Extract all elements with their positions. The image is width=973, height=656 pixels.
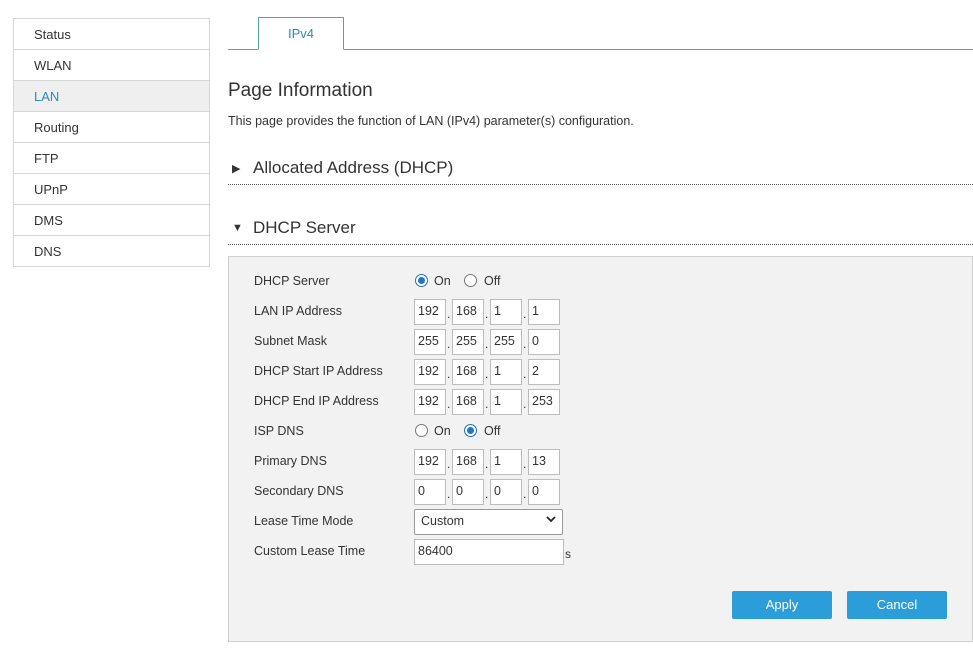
- ip-dot: .: [485, 397, 489, 411]
- ip-dot: .: [523, 487, 527, 501]
- secondary-dns-octet-2[interactable]: 0: [452, 479, 484, 505]
- ip-dot: .: [523, 337, 527, 351]
- page-description: This page provides the function of LAN (…: [228, 114, 634, 128]
- ip-dot: .: [447, 307, 451, 321]
- dhcp-server-panel: DHCP Server On Off LAN IP Address 192 . …: [228, 256, 973, 642]
- section-allocated-label: Allocated Address (DHCP): [253, 158, 454, 177]
- start-ip-octet-4[interactable]: 2: [528, 359, 560, 385]
- isp-dns-off-label: Off: [484, 424, 501, 438]
- end-ip-octet-1[interactable]: 192: [414, 389, 446, 415]
- ip-dot: .: [485, 457, 489, 471]
- row-isp-dns: ISP DNS On Off: [229, 419, 972, 445]
- ip-dot: .: [485, 367, 489, 381]
- primary-dns-octet-3[interactable]: 1: [490, 449, 522, 475]
- sidebar-item-ftp[interactable]: FTP: [14, 143, 209, 174]
- secondary-dns-octet-1[interactable]: 0: [414, 479, 446, 505]
- primary-dns-octet-4[interactable]: 13: [528, 449, 560, 475]
- dhcp-server-off-label: Off: [484, 274, 501, 288]
- row-custom-lease-time: Custom Lease Time 86400 s: [229, 539, 972, 565]
- collapse-arrow-icon: ▼: [232, 222, 243, 234]
- section-allocated-address[interactable]: ▶ Allocated Address (DHCP): [228, 155, 973, 185]
- chevron-down-icon: [545, 513, 557, 528]
- ip-dot: .: [523, 457, 527, 471]
- ip-dot: .: [447, 367, 451, 381]
- sidebar-item-dms[interactable]: DMS: [14, 205, 209, 236]
- lease-time-unit: s: [565, 547, 571, 561]
- tab-bar: IPv4: [228, 17, 973, 50]
- ip-dot: .: [447, 487, 451, 501]
- row-dhcp-server: DHCP Server On Off: [229, 269, 972, 295]
- secondary-dns-octet-3[interactable]: 0: [490, 479, 522, 505]
- ip-dot: .: [485, 487, 489, 501]
- start-ip-octet-3[interactable]: 1: [490, 359, 522, 385]
- tab-ipv4[interactable]: IPv4: [258, 17, 344, 50]
- dhcp-server-off-radio[interactable]: [464, 274, 477, 287]
- isp-dns-on-label: On: [434, 424, 451, 438]
- custom-lease-time-label: Custom Lease Time: [254, 544, 366, 558]
- primary-dns-octet-2[interactable]: 168: [452, 449, 484, 475]
- dhcp-server-on-label: On: [434, 274, 451, 288]
- isp-dns-off-radio[interactable]: [464, 424, 477, 437]
- custom-lease-time-input[interactable]: 86400: [414, 539, 564, 565]
- end-ip-octet-3[interactable]: 1: [490, 389, 522, 415]
- sidebar-item-routing[interactable]: Routing: [14, 112, 209, 143]
- lan-ip-label: LAN IP Address: [254, 304, 343, 318]
- section-dhcp-server[interactable]: ▼ DHCP Server: [228, 215, 973, 245]
- start-ip-octet-1[interactable]: 192: [414, 359, 446, 385]
- lease-time-mode-label: Lease Time Mode: [254, 514, 354, 528]
- ip-dot: .: [447, 397, 451, 411]
- dhcp-end-ip-label: DHCP End IP Address: [254, 394, 379, 408]
- sidebar-item-dns[interactable]: DNS: [14, 236, 209, 267]
- ip-dot: .: [447, 457, 451, 471]
- row-subnet-mask: Subnet Mask 255 . 255 . 255 . 0: [229, 329, 972, 355]
- lease-time-mode-select[interactable]: Custom: [414, 509, 563, 535]
- subnet-mask-label: Subnet Mask: [254, 334, 327, 348]
- row-lease-time-mode: Lease Time Mode Custom: [229, 509, 972, 535]
- secondary-dns-label: Secondary DNS: [254, 484, 344, 498]
- primary-dns-octet-1[interactable]: 192: [414, 449, 446, 475]
- row-secondary-dns: Secondary DNS 0 . 0 . 0 . 0: [229, 479, 972, 505]
- row-lan-ip: LAN IP Address 192 . 168 . 1 . 1: [229, 299, 972, 325]
- section-dhcp-server-label: DHCP Server: [253, 218, 356, 237]
- primary-dns-label: Primary DNS: [254, 454, 327, 468]
- ip-dot: .: [447, 337, 451, 351]
- sidebar-item-wlan[interactable]: WLAN: [14, 50, 209, 81]
- cancel-button[interactable]: Cancel: [847, 591, 947, 619]
- row-dhcp-start-ip: DHCP Start IP Address 192 . 168 . 1 . 2: [229, 359, 972, 385]
- lease-time-mode-value: Custom: [421, 514, 465, 528]
- sidebar-item-upnp[interactable]: UPnP: [14, 174, 209, 205]
- subnet-mask-octet-1[interactable]: 255: [414, 329, 446, 355]
- lan-ip-octet-3[interactable]: 1: [490, 299, 522, 325]
- subnet-mask-octet-4[interactable]: 0: [528, 329, 560, 355]
- ip-dot: .: [523, 307, 527, 321]
- isp-dns-label: ISP DNS: [254, 424, 304, 438]
- row-dhcp-end-ip: DHCP End IP Address 192 . 168 . 1 . 253: [229, 389, 972, 415]
- row-primary-dns: Primary DNS 192 . 168 . 1 . 13: [229, 449, 972, 475]
- ip-dot: .: [523, 397, 527, 411]
- sidebar-item-lan[interactable]: LAN: [14, 81, 209, 112]
- ip-dot: .: [523, 367, 527, 381]
- ip-dot: .: [485, 337, 489, 351]
- start-ip-octet-2[interactable]: 168: [452, 359, 484, 385]
- isp-dns-on-radio[interactable]: [415, 424, 428, 437]
- dhcp-server-on-radio[interactable]: [415, 274, 428, 287]
- dhcp-server-label: DHCP Server: [254, 274, 330, 288]
- apply-button[interactable]: Apply: [732, 591, 832, 619]
- lan-ip-octet-2[interactable]: 168: [452, 299, 484, 325]
- sidebar-item-status[interactable]: Status: [14, 19, 209, 50]
- lan-ip-octet-1[interactable]: 192: [414, 299, 446, 325]
- sidebar-menu: Status WLAN LAN Routing FTP UPnP DMS DNS: [13, 18, 210, 267]
- dhcp-start-ip-label: DHCP Start IP Address: [254, 364, 383, 378]
- secondary-dns-octet-4[interactable]: 0: [528, 479, 560, 505]
- subnet-mask-octet-2[interactable]: 255: [452, 329, 484, 355]
- page-title: Page Information: [228, 80, 373, 101]
- expand-arrow-icon: ▶: [232, 163, 241, 175]
- end-ip-octet-2[interactable]: 168: [452, 389, 484, 415]
- ip-dot: .: [485, 307, 489, 321]
- end-ip-octet-4[interactable]: 253: [528, 389, 560, 415]
- subnet-mask-octet-3[interactable]: 255: [490, 329, 522, 355]
- lan-ip-octet-4[interactable]: 1: [528, 299, 560, 325]
